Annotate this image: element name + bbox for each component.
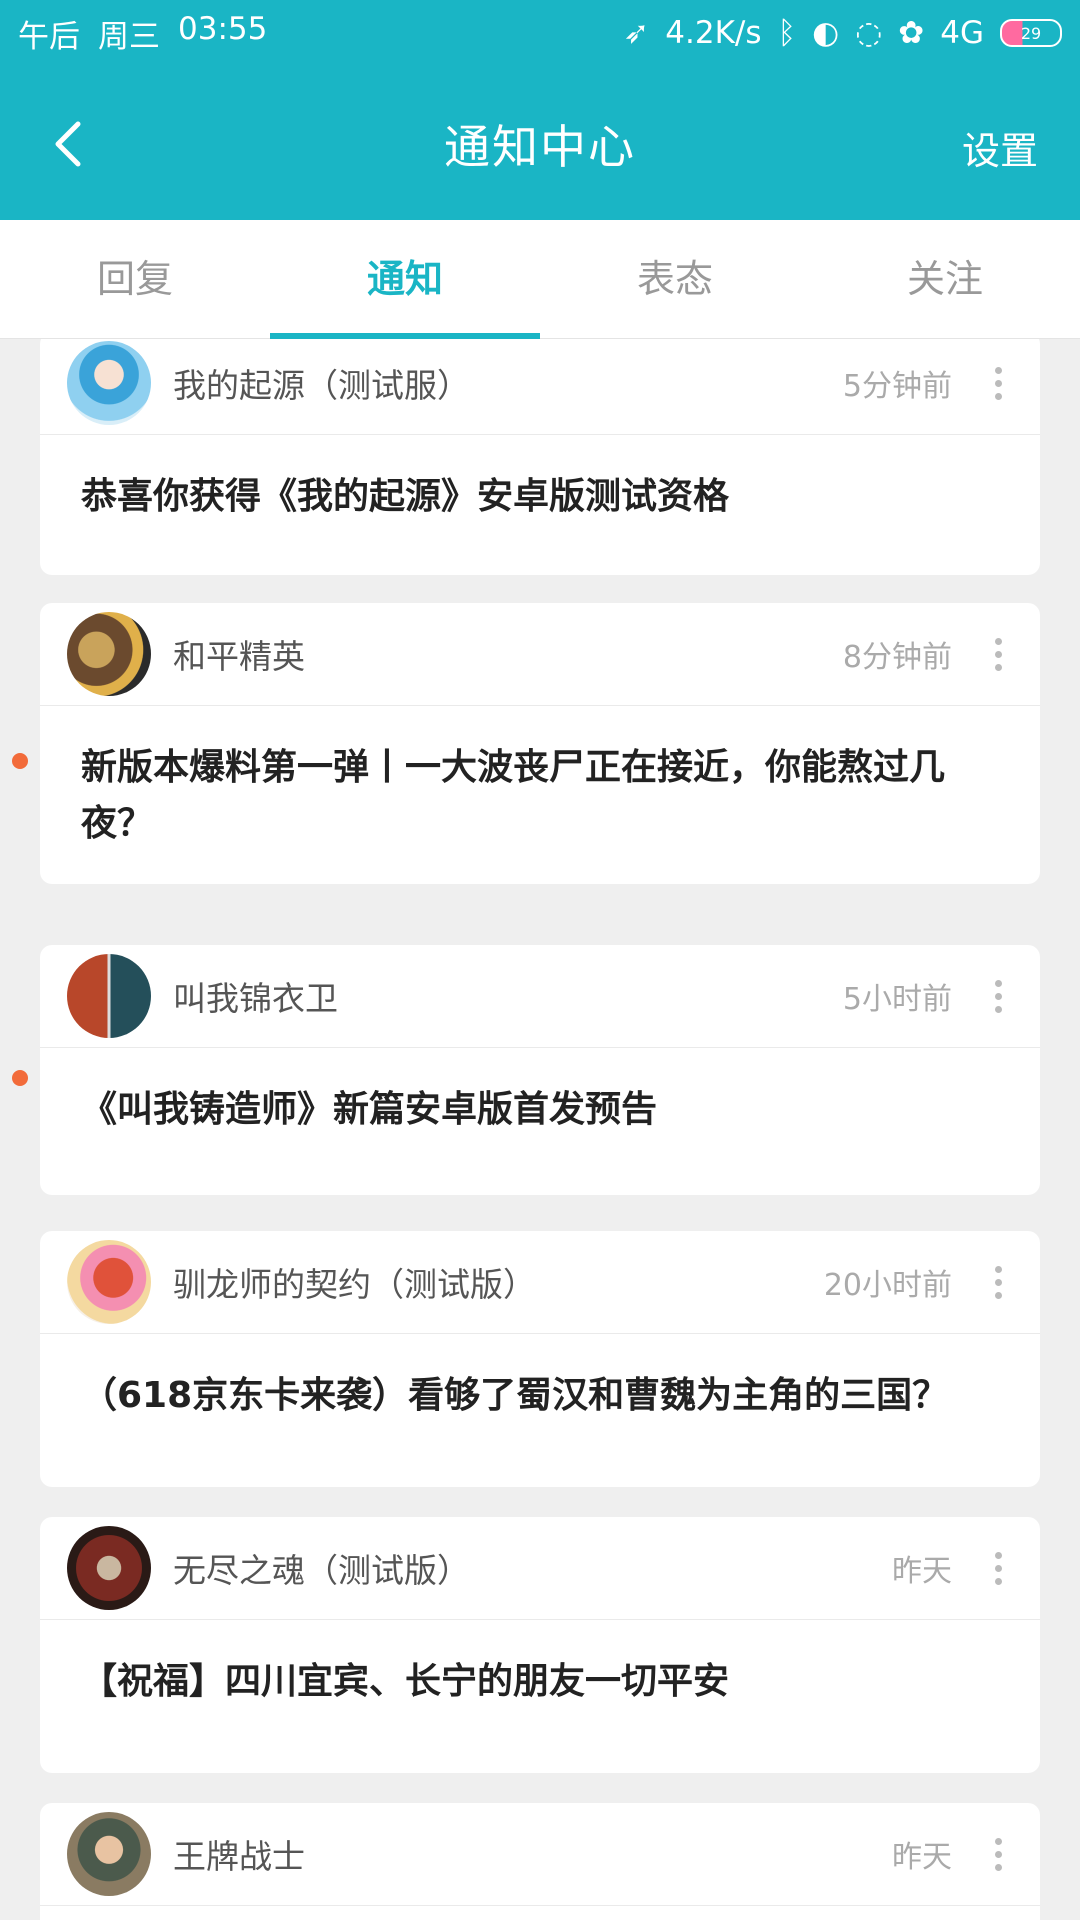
tab-follows[interactable]: 关注 — [810, 220, 1080, 338]
flower-icon: ✿ — [898, 15, 925, 51]
status-left: 午后 周三 03:55 — [18, 11, 267, 56]
more-options-icon[interactable] — [978, 1538, 1018, 1598]
card-header: 叫我锦衣卫 5小时前 — [40, 945, 1040, 1048]
more-options-icon[interactable] — [978, 1824, 1018, 1884]
notification-card[interactable]: 驯龙师的契约（测试版） 20小时前 （618京东卡来袭）看够了蜀汉和曹魏为主角的… — [40, 1231, 1040, 1487]
more-options-icon[interactable] — [978, 966, 1018, 1026]
page-title: 通知中心 — [444, 120, 636, 174]
source-name: 和平精英 — [173, 637, 305, 676]
notification-message: 新版本爆料第一弹丨一大波丧尸正在接近，你能熬过几夜？ — [81, 747, 946, 844]
card-header: 无尽之魂（测试版） 昨天 — [40, 1517, 1040, 1620]
tab-bar: 回复 通知 表态 关注 — [0, 220, 1080, 339]
notification-card[interactable]: 叫我锦衣卫 5小时前 《叫我铸造师》新篇安卓版首发预告 — [40, 945, 1040, 1195]
avatar[interactable] — [67, 954, 151, 1038]
timestamp: 昨天 — [892, 1840, 952, 1875]
avatar[interactable] — [67, 612, 151, 696]
avatar[interactable] — [67, 341, 151, 425]
notification-message: 恭喜你获得《我的起源》安卓版测试资格 — [81, 476, 730, 517]
notification-message: 《叫我铸造师》新篇安卓版首发预告 — [81, 1089, 658, 1130]
card-header: 和平精英 8分钟前 — [40, 603, 1040, 706]
tab-notifications[interactable]: 通知 — [270, 220, 540, 339]
timestamp: 8分钟前 — [842, 640, 952, 675]
source-name: 驯龙师的契约（测试版） — [173, 1265, 536, 1304]
notification-list[interactable]: 我的起源（测试服） 5分钟前 恭喜你获得《我的起源》安卓版测试资格 和平精英 8… — [0, 339, 1080, 1920]
notification-card[interactable]: 王牌战士 昨天 — [40, 1803, 1040, 1920]
card-header: 我的起源（测试服） 5分钟前 — [40, 339, 1040, 435]
timestamp: 5分钟前 — [842, 369, 952, 404]
alarm-icon: ◌ — [855, 15, 883, 51]
source-name: 王牌战士 — [173, 1837, 305, 1876]
unread-indicator — [12, 1070, 28, 1086]
status-right: ➶ 4.2K/s ᛒ ◐ ◌ ✿ 4G 29 — [623, 15, 1062, 51]
timestamp: 昨天 — [892, 1554, 952, 1589]
timestamp: 5小时前 — [842, 982, 952, 1017]
source-name: 我的起源（测试服） — [173, 366, 470, 405]
more-options-icon[interactable] — [978, 353, 1018, 413]
more-options-icon[interactable] — [978, 624, 1018, 684]
bluetooth-icon: ᛒ — [777, 15, 797, 51]
tab-reactions[interactable]: 表态 — [540, 220, 810, 338]
network-speed: 4.2K/s — [665, 15, 762, 51]
avatar[interactable] — [67, 1240, 151, 1324]
more-options-icon[interactable] — [978, 1252, 1018, 1312]
avatar[interactable] — [67, 1812, 151, 1896]
card-header: 驯龙师的契约（测试版） 20小时前 — [40, 1231, 1040, 1334]
status-bar: 午后 周三 03:55 ➶ 4.2K/s ᛒ ◐ ◌ ✿ 4G 29 — [0, 0, 1080, 66]
toggle-icon: ◐ — [812, 15, 840, 51]
tab-replies[interactable]: 回复 — [0, 220, 270, 338]
notification-message: 【祝福】四川宜宾、长宁的朋友一切平安 — [81, 1661, 730, 1702]
battery-level: 29 — [1020, 23, 1042, 43]
avatar[interactable] — [67, 1526, 151, 1610]
notification-message: （618京东卡来袭）看够了蜀汉和曹魏为主角的三国？ — [81, 1375, 949, 1416]
source-name: 无尽之魂（测试版） — [173, 1551, 470, 1590]
timestamp: 20小时前 — [823, 1268, 952, 1303]
unread-indicator — [12, 753, 28, 769]
notification-card[interactable]: 和平精英 8分钟前 新版本爆料第一弹丨一大波丧尸正在接近，你能熬过几夜？ — [40, 603, 1040, 884]
app-bar: 通知中心 设置 — [0, 66, 1080, 220]
battery-icon: 29 — [1000, 19, 1062, 47]
network-type: 4G — [940, 15, 984, 51]
notification-card[interactable]: 无尽之魂（测试版） 昨天 【祝福】四川宜宾、长宁的朋友一切平安 — [40, 1517, 1040, 1773]
settings-button[interactable]: 设置 — [962, 120, 1038, 175]
status-time-period: 午后 — [18, 18, 80, 55]
status-time: 03:55 — [178, 10, 268, 47]
card-header: 王牌战士 昨天 — [40, 1803, 1040, 1906]
feather-icon: ➶ — [623, 15, 650, 51]
source-name: 叫我锦衣卫 — [173, 979, 338, 1018]
notification-card[interactable]: 我的起源（测试服） 5分钟前 恭喜你获得《我的起源》安卓版测试资格 — [40, 339, 1040, 575]
status-weekday: 周三 — [98, 18, 160, 55]
